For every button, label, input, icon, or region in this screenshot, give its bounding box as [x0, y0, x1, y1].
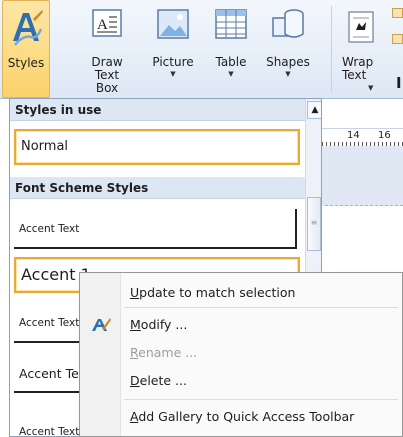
- ribbon: Styles A Draw Text Box Picture ▼ Table ▼: [0, 0, 403, 99]
- menu-item-rename: Rename ...: [130, 345, 197, 360]
- picture-icon: [157, 9, 189, 39]
- ruler-tick-label: 16: [378, 130, 391, 141]
- ribbon-separator: [331, 6, 332, 92]
- shapes-dropdown-icon: ▼: [285, 70, 291, 78]
- page-margin-guide: [325, 205, 403, 206]
- horizontal-ruler: 14 16: [322, 128, 403, 147]
- scrollbar-thumb[interactable]: ≡: [307, 197, 321, 251]
- menu-item-add-gallery-to-quick-access-toolbar[interactable]: Add Gallery to Quick Access Toolbar: [130, 409, 354, 424]
- menu-item-label: ename ...: [138, 345, 198, 360]
- shapes-label: Shapes: [266, 55, 310, 69]
- document-background: [322, 146, 403, 206]
- ruler-tick-label: 14: [347, 130, 360, 141]
- menu-item-delete[interactable]: Delete ...: [130, 373, 187, 388]
- truncated-ribbon-label: I: [396, 74, 402, 92]
- style-tile-normal[interactable]: Normal: [14, 129, 300, 165]
- menu-item-label: pdate to match selection: [139, 285, 296, 300]
- menu-item-update-to-match-selection[interactable]: Update to match selection: [130, 285, 295, 300]
- menu-accelerator: R: [130, 345, 139, 360]
- wrap-text-icon: [348, 11, 374, 43]
- menu-item-modify[interactable]: Modify ...: [130, 317, 187, 332]
- wrap-text-button[interactable]: Wrap Text ▼: [338, 0, 384, 98]
- section-header-styles-in-use: Styles in use: [10, 99, 305, 121]
- picture-button[interactable]: Picture ▼: [148, 0, 198, 98]
- table-dropdown-icon: ▼: [228, 70, 234, 78]
- table-label: Table: [215, 55, 247, 69]
- text-box-icon: A: [92, 9, 122, 37]
- svg-text:A: A: [97, 17, 108, 33]
- shapes-icon: [272, 9, 304, 38]
- styles-button-label: Styles: [7, 56, 45, 70]
- wrap-text-label: Wrap Text: [342, 55, 374, 82]
- picture-dropdown-icon: ▼: [170, 70, 176, 78]
- menu-accelerator: U: [130, 285, 140, 300]
- menu-item-label: odify ...: [140, 317, 188, 332]
- menu-icon-gutter: [80, 273, 121, 436]
- style-context-menu: Update to match selection Modify ... Ren…: [79, 272, 403, 437]
- picture-label: Picture: [152, 55, 194, 69]
- scroll-up-arrow-icon[interactable]: ▲: [307, 101, 321, 119]
- styles-button[interactable]: Styles: [2, 0, 50, 98]
- wrap-text-dropdown-icon: ▼: [368, 84, 374, 92]
- table-button[interactable]: Table ▼: [210, 0, 252, 98]
- table-icon: [215, 9, 247, 39]
- menu-item-label: elete ...: [139, 373, 187, 388]
- menu-accelerator: D: [130, 373, 140, 388]
- styles-icon: [13, 10, 43, 46]
- style-tile-accent-text[interactable]: Accent Text: [14, 209, 297, 249]
- modify-style-icon: [92, 318, 111, 331]
- menu-separator: [124, 307, 398, 308]
- shapes-button[interactable]: Shapes ▼: [260, 0, 316, 98]
- section-header-font-scheme-styles: Font Scheme Styles: [10, 177, 305, 199]
- menu-accelerator: M: [130, 317, 141, 332]
- menu-separator: [124, 399, 398, 400]
- menu-item-label: dd Gallery to Quick Access Toolbar: [138, 409, 355, 424]
- draw-text-box-button[interactable]: A Draw Text Box: [84, 0, 130, 98]
- draw-text-box-label: Draw Text Box: [91, 55, 123, 95]
- small-command-icon[interactable]: [392, 34, 403, 44]
- small-command-icon[interactable]: [392, 8, 403, 18]
